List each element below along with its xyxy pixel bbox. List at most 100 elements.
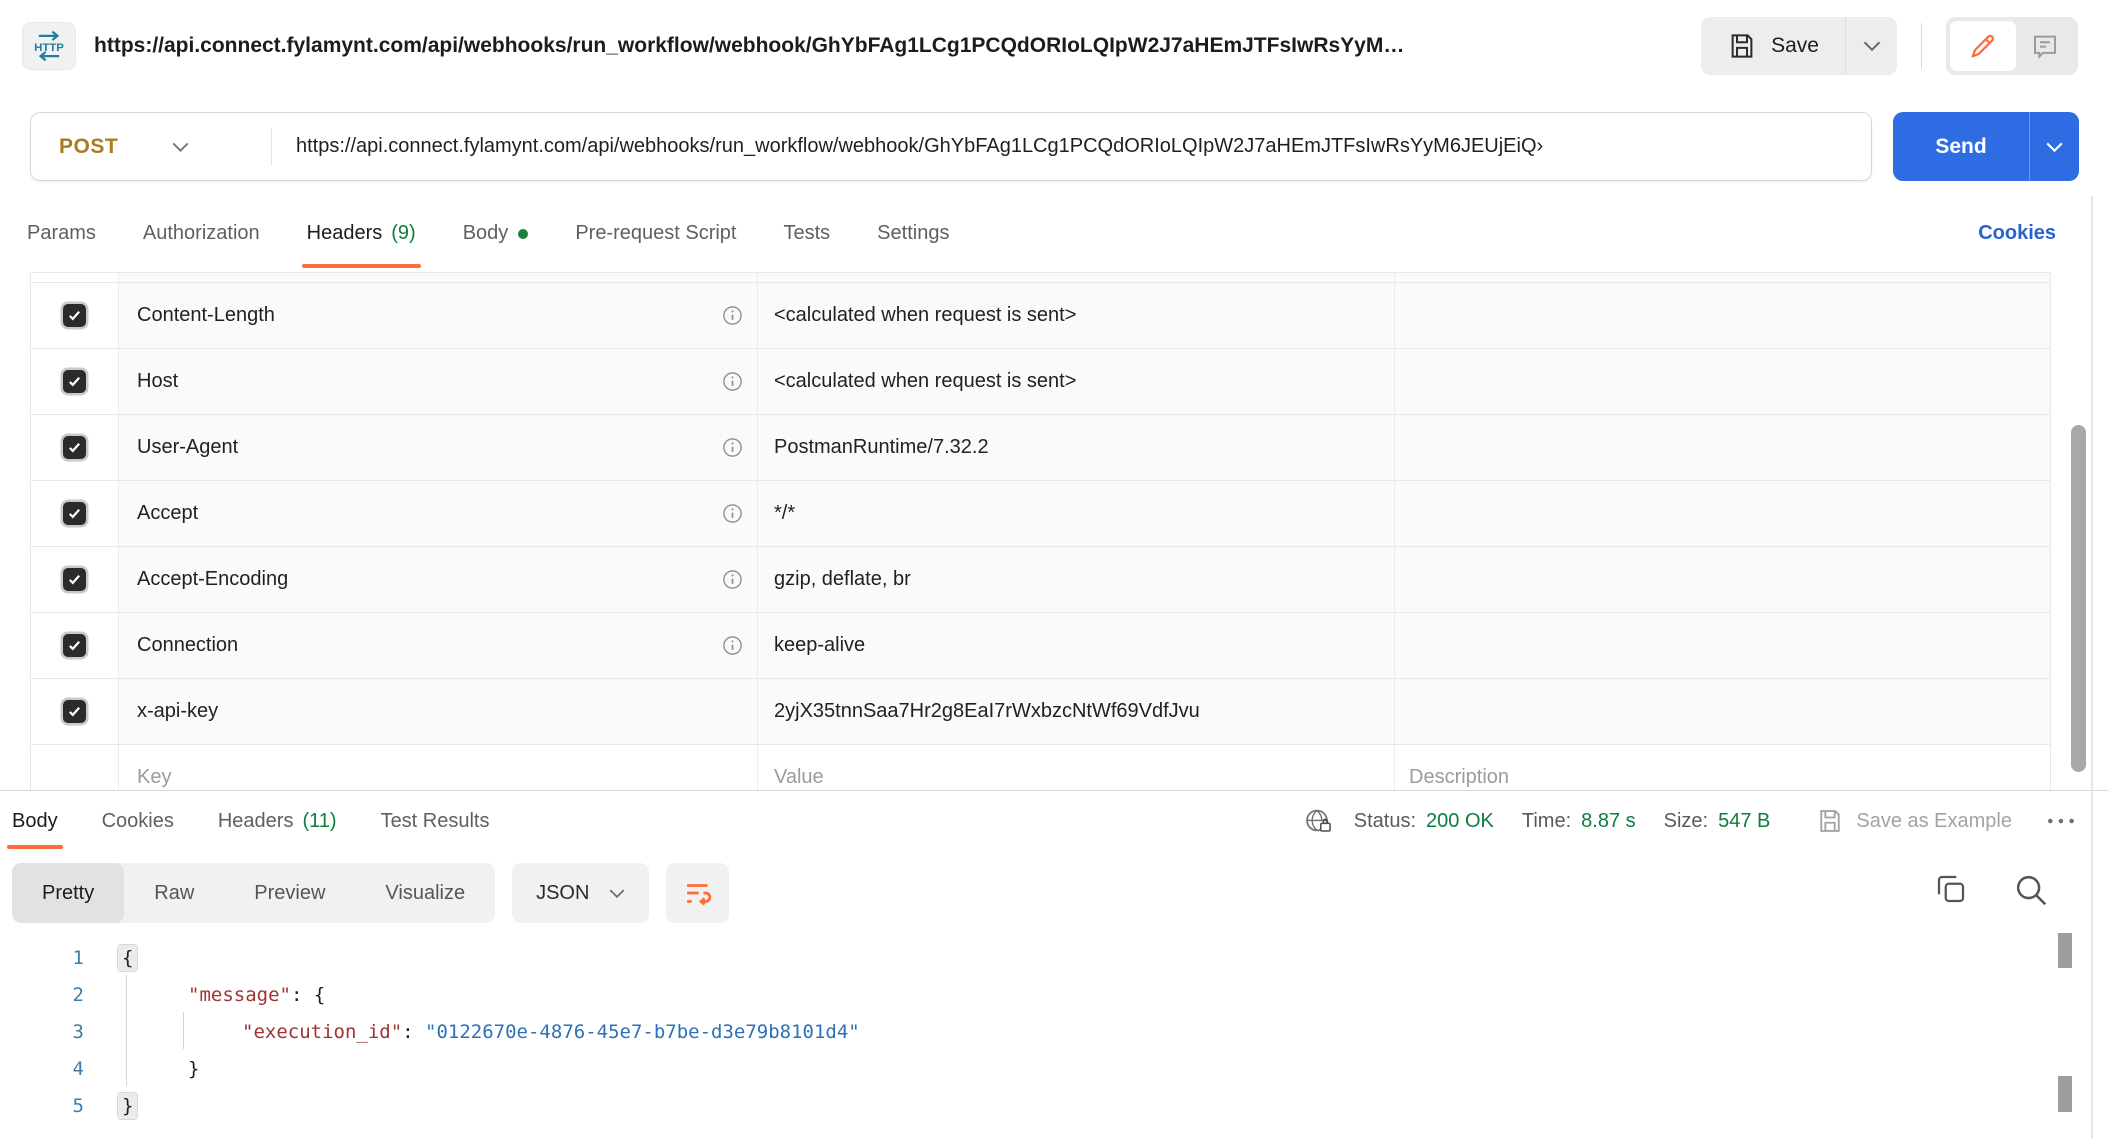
save-as-example-button[interactable]: Save as Example xyxy=(1816,807,2012,835)
response-tab-body[interactable]: Body xyxy=(12,791,58,851)
status-label: Status: xyxy=(1354,810,1416,833)
json-punct: : xyxy=(291,984,314,1006)
edit-button[interactable] xyxy=(1950,21,2016,71)
json-punct: : xyxy=(402,1021,425,1043)
table-row: Content-Length <calculated when request … xyxy=(31,283,2050,349)
url-bar: POST xyxy=(30,112,1872,181)
topbar-actions: Save xyxy=(1701,17,2078,75)
tab-label: Tests xyxy=(783,222,830,245)
cookies-link[interactable]: Cookies xyxy=(1978,196,2056,271)
code-line: 2 "message": { xyxy=(0,976,1998,1013)
view-visualize[interactable]: Visualize xyxy=(355,863,495,923)
response-tab-test-results[interactable]: Test Results xyxy=(381,791,490,851)
tab-label: Test Results xyxy=(381,810,490,833)
line-number: 3 xyxy=(0,1021,84,1043)
info-icon[interactable] xyxy=(722,437,743,458)
header-value: gzip, deflate, br xyxy=(774,568,911,591)
wrap-lines-icon xyxy=(683,878,713,908)
copy-response-button[interactable] xyxy=(1933,871,1969,907)
more-actions-button[interactable] xyxy=(2046,815,2078,827)
tab-tests[interactable]: Tests xyxy=(783,196,830,271)
size-value: 547 B xyxy=(1718,810,1770,833)
response-scrollbar-thumb[interactable] xyxy=(2058,933,2072,968)
header-checkbox[interactable] xyxy=(63,634,86,657)
globe-lock-icon[interactable] xyxy=(1303,806,1334,837)
time-value: 8.87 s xyxy=(1581,810,1635,833)
tab-pre-request-script[interactable]: Pre-request Script xyxy=(575,196,736,271)
headers-table: Content-Length <calculated when request … xyxy=(30,272,2051,811)
response-tab-cookies[interactable]: Cookies xyxy=(102,791,174,851)
table-scrollbar-thumb[interactable] xyxy=(2071,425,2086,772)
tab-settings[interactable]: Settings xyxy=(877,196,949,271)
header-key: Content-Length xyxy=(137,304,275,327)
json-punct: { xyxy=(314,984,325,1006)
code-line: 3 "execution_id": "0122670e-4876-45e7-b7… xyxy=(0,1013,1998,1050)
method-label: POST xyxy=(59,135,118,159)
info-icon[interactable] xyxy=(722,569,743,590)
header-key: Host xyxy=(137,370,178,393)
info-icon[interactable] xyxy=(722,635,743,656)
info-icon[interactable] xyxy=(722,371,743,392)
send-button[interactable]: Send xyxy=(1893,112,2029,181)
request-header-bar: HTTP https://api.connect.fylamynt.com/ap… xyxy=(0,0,2108,92)
wrap-lines-button[interactable] xyxy=(666,863,729,923)
info-icon[interactable] xyxy=(722,305,743,326)
tab-authorization[interactable]: Authorization xyxy=(143,196,260,271)
header-checkbox[interactable] xyxy=(63,436,86,459)
request-tabs: Params Authorization Headers (9) Body Pr… xyxy=(0,196,2108,271)
view-pretty[interactable]: Pretty xyxy=(12,863,124,923)
format-dropdown[interactable]: JSON xyxy=(512,863,649,923)
tab-label: Body xyxy=(12,810,58,833)
format-label: JSON xyxy=(536,882,589,905)
search-response-button[interactable] xyxy=(2012,871,2050,909)
response-scrollbar-thumb[interactable] xyxy=(2058,1076,2072,1112)
tab-headers[interactable]: Headers (9) xyxy=(307,196,416,271)
status-value: 200 OK xyxy=(1426,810,1494,833)
header-checkbox[interactable] xyxy=(63,304,86,327)
tab-label: Authorization xyxy=(143,222,260,245)
pencil-icon xyxy=(1968,31,1998,61)
header-checkbox[interactable] xyxy=(63,700,86,723)
postman-app: { "topbar": { "title": "https://api.conn… xyxy=(0,0,2108,1139)
response-panel: Body Cookies Headers (11) Test Results S… xyxy=(0,790,2108,1139)
header-checkbox[interactable] xyxy=(63,502,86,525)
value-placeholder: Value xyxy=(774,766,824,789)
fold-brace[interactable]: { xyxy=(118,945,137,971)
header-key: x-api-key xyxy=(137,700,218,723)
header-value: PostmanRuntime/7.32.2 xyxy=(774,436,989,459)
indent-guide xyxy=(183,1012,184,1049)
save-options-button[interactable] xyxy=(1845,17,1897,75)
header-key: User-Agent xyxy=(137,436,238,459)
comment-icon xyxy=(2030,31,2060,61)
header-checkbox[interactable] xyxy=(63,370,86,393)
response-tab-headers[interactable]: Headers (11) xyxy=(218,791,337,851)
header-value: <calculated when request is sent> xyxy=(774,370,1076,393)
response-view-toolbar: Pretty Raw Preview Visualize JSON xyxy=(12,863,729,923)
header-key: Connection xyxy=(137,634,238,657)
key-placeholder: Key xyxy=(137,766,171,789)
fold-brace[interactable]: } xyxy=(118,1093,137,1119)
save-button[interactable]: Save xyxy=(1701,17,1845,75)
info-icon[interactable] xyxy=(722,503,743,524)
view-preview[interactable]: Preview xyxy=(224,863,355,923)
url-input[interactable] xyxy=(272,113,1871,180)
response-headers-count-badge: (11) xyxy=(302,810,336,833)
method-selector[interactable]: POST xyxy=(31,113,271,180)
line-number: 2 xyxy=(0,984,84,1006)
comment-button[interactable] xyxy=(2016,21,2074,71)
chevron-down-icon xyxy=(1863,41,1881,51)
line-number: 4 xyxy=(0,1058,84,1080)
send-options-button[interactable] xyxy=(2029,112,2079,181)
table-row: Accept */* xyxy=(31,481,2050,547)
header-checkbox[interactable] xyxy=(63,568,86,591)
code-line: 4 } xyxy=(0,1050,1998,1087)
request-title: https://api.connect.fylamynt.com/api/web… xyxy=(94,34,1681,58)
divider xyxy=(1921,23,1922,69)
tab-body[interactable]: Body xyxy=(463,196,529,271)
view-raw[interactable]: Raw xyxy=(124,863,224,923)
send-button-group: Send xyxy=(1893,112,2079,181)
save-as-example-label: Save as Example xyxy=(1856,810,2012,833)
json-key: "execution_id" xyxy=(242,1021,402,1043)
tab-params[interactable]: Params xyxy=(27,196,96,271)
header-key: Accept xyxy=(137,502,198,525)
